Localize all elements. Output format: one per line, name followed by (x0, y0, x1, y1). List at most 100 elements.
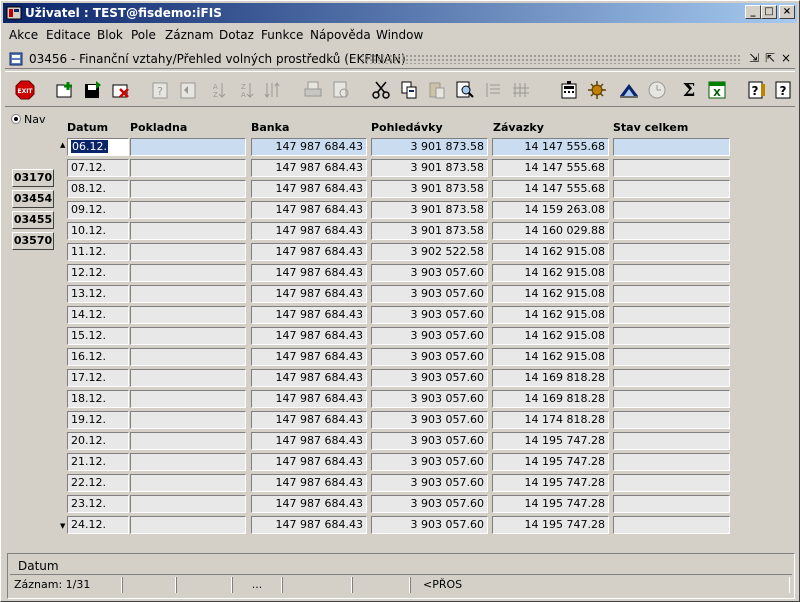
sort-desc-button[interactable]: ZA (233, 78, 257, 102)
cell-pokladna[interactable] (130, 306, 246, 324)
cell-banka[interactable]: 147 987 684.43 (251, 516, 367, 534)
sort-asc-button[interactable]: AZ (205, 78, 229, 102)
cell-datum[interactable]: 07.12. (67, 159, 129, 177)
table-row[interactable]: 11.12. 147 987 684.43 3 902 522.58 14 162 9… (57, 242, 795, 263)
cell-pohledavky[interactable]: 3 901 873.58 (371, 138, 488, 156)
cell-pokladna[interactable] (130, 138, 246, 156)
cell-datum[interactable]: 23.12. (67, 495, 129, 513)
form-restore-button[interactable]: ⇱ (763, 51, 777, 65)
form-close-button[interactable]: × (779, 51, 793, 65)
sum-button[interactable]: Σ (677, 78, 701, 102)
cell-datum[interactable]: 06.12. (67, 138, 129, 156)
cell-datum[interactable]: 11.12. (67, 243, 129, 261)
cell-stav-celkem[interactable] (613, 222, 730, 240)
cell-banka[interactable]: 147 987 684.43 (251, 474, 367, 492)
nav-button-03455[interactable]: 03455 (12, 211, 54, 229)
paste-button[interactable] (425, 78, 449, 102)
menu-window[interactable]: Window (376, 28, 423, 42)
table-row[interactable]: 18.12. 147 987 684.43 3 903 057.60 14 169 8… (57, 389, 795, 410)
exit-button[interactable]: EXIT (13, 78, 37, 102)
cell-pohledavky[interactable]: 3 903 057.60 (371, 516, 488, 534)
delete-record-button[interactable] (109, 78, 133, 102)
cell-pokladna[interactable] (130, 516, 246, 534)
table-row[interactable]: 09.12. 147 987 684.43 3 901 873.58 14 159 2… (57, 200, 795, 221)
cell-pokladna[interactable] (130, 159, 246, 177)
cell-stav-celkem[interactable] (613, 285, 730, 303)
maximize-button[interactable]: □ (761, 5, 777, 19)
cell-zavazky[interactable]: 14 162 915.08 (492, 348, 609, 366)
query-exec-button[interactable] (177, 78, 201, 102)
nav-radio[interactable]: Nav (11, 113, 45, 126)
cell-pohledavky[interactable]: 3 903 057.60 (371, 306, 488, 324)
chart-button[interactable] (617, 78, 641, 102)
cell-pohledavky[interactable]: 3 902 522.58 (371, 243, 488, 261)
table-row[interactable]: 22.12. 147 987 684.43 3 903 057.60 14 195 7… (57, 473, 795, 494)
copy-button[interactable] (397, 78, 421, 102)
sort-multi-button[interactable] (261, 78, 285, 102)
table-row[interactable]: 21.12. 147 987 684.43 3 903 057.60 14 195 7… (57, 452, 795, 473)
cell-stav-celkem[interactable] (613, 138, 730, 156)
cell-stav-celkem[interactable] (613, 348, 730, 366)
excel-button[interactable]: X (705, 78, 729, 102)
nav-button-03570[interactable]: 03570 (12, 232, 54, 250)
cell-zavazky[interactable]: 14 159 263.08 (492, 201, 609, 219)
cell-pohledavky[interactable]: 3 903 057.60 (371, 411, 488, 429)
cell-zavazky[interactable]: 14 162 915.08 (492, 285, 609, 303)
table-row[interactable]: 23.12. 147 987 684.43 3 903 057.60 14 195 7… (57, 494, 795, 515)
cell-zavazky[interactable]: 14 160 029.88 (492, 222, 609, 240)
cell-banka[interactable]: 147 987 684.43 (251, 348, 367, 366)
cell-pohledavky[interactable]: 3 903 057.60 (371, 369, 488, 387)
cell-banka[interactable]: 147 987 684.43 (251, 243, 367, 261)
help-button[interactable]: ? (745, 78, 769, 102)
cell-banka[interactable]: 147 987 684.43 (251, 495, 367, 513)
cell-stav-celkem[interactable] (613, 243, 730, 261)
cell-stav-celkem[interactable] (613, 327, 730, 345)
cell-banka[interactable]: 147 987 684.43 (251, 138, 367, 156)
cell-stav-celkem[interactable] (613, 264, 730, 282)
cell-datum[interactable]: 18.12. (67, 390, 129, 408)
cell-pokladna[interactable] (130, 453, 246, 471)
menu-akce[interactable]: Akce (9, 28, 38, 42)
cell-datum[interactable]: 10.12. (67, 222, 129, 240)
cell-banka[interactable]: 147 987 684.43 (251, 201, 367, 219)
cell-datum[interactable]: 09.12. (67, 201, 129, 219)
cell-datum[interactable]: 14.12. (67, 306, 129, 324)
cell-pohledavky[interactable]: 3 903 057.60 (371, 327, 488, 345)
cell-stav-celkem[interactable] (613, 306, 730, 324)
first-button[interactable] (481, 78, 505, 102)
print-button[interactable] (301, 78, 325, 102)
cell-banka[interactable]: 147 987 684.43 (251, 180, 367, 198)
title-bar[interactable]: Uživatel : TEST@fisdemo:iFIS _ □ × (3, 3, 797, 23)
cell-datum[interactable]: 21.12. (67, 453, 129, 471)
cell-banka[interactable]: 147 987 684.43 (251, 222, 367, 240)
cell-stav-celkem[interactable] (613, 390, 730, 408)
settings-button[interactable] (585, 78, 609, 102)
cell-banka[interactable]: 147 987 684.43 (251, 306, 367, 324)
cell-pohledavky[interactable]: 3 903 057.60 (371, 390, 488, 408)
table-row[interactable]: 16.12. 147 987 684.43 3 903 057.60 14 162 9… (57, 347, 795, 368)
table-row[interactable]: 19.12. 147 987 684.43 3 903 057.60 14 174 8… (57, 410, 795, 431)
table-row[interactable]: 12.12. 147 987 684.43 3 903 057.60 14 162 9… (57, 263, 795, 284)
menu-editace[interactable]: Editace (46, 28, 91, 42)
menu-blok[interactable]: Blok (97, 28, 123, 42)
cell-pohledavky[interactable]: 3 903 057.60 (371, 432, 488, 450)
context-help-button[interactable]: ? (771, 78, 795, 102)
cell-zavazky[interactable]: 14 174 818.28 (492, 411, 609, 429)
cell-zavazky[interactable]: 14 147 555.68 (492, 180, 609, 198)
cell-pohledavky[interactable]: 3 903 057.60 (371, 285, 488, 303)
cell-stav-celkem[interactable] (613, 369, 730, 387)
menu-funkce[interactable]: Funkce (261, 28, 303, 42)
menu-napoveda[interactable]: Nápověda (310, 28, 371, 42)
table-row[interactable]: 17.12. 147 987 684.43 3 903 057.60 14 169 8… (57, 368, 795, 389)
cell-pohledavky[interactable]: 3 903 057.60 (371, 495, 488, 513)
menu-zaznam[interactable]: Záznam (165, 28, 214, 42)
cell-zavazky[interactable]: 14 195 747.28 (492, 474, 609, 492)
cell-pokladna[interactable] (130, 222, 246, 240)
cell-stav-celkem[interactable] (613, 411, 730, 429)
cell-pokladna[interactable] (130, 495, 246, 513)
menu-pole[interactable]: Pole (131, 28, 156, 42)
cell-datum[interactable]: 16.12. (67, 348, 129, 366)
cell-pokladna[interactable] (130, 180, 246, 198)
table-row[interactable]: 15.12. 147 987 684.43 3 903 057.60 14 162 9… (57, 326, 795, 347)
cell-datum[interactable]: 22.12. (67, 474, 129, 492)
